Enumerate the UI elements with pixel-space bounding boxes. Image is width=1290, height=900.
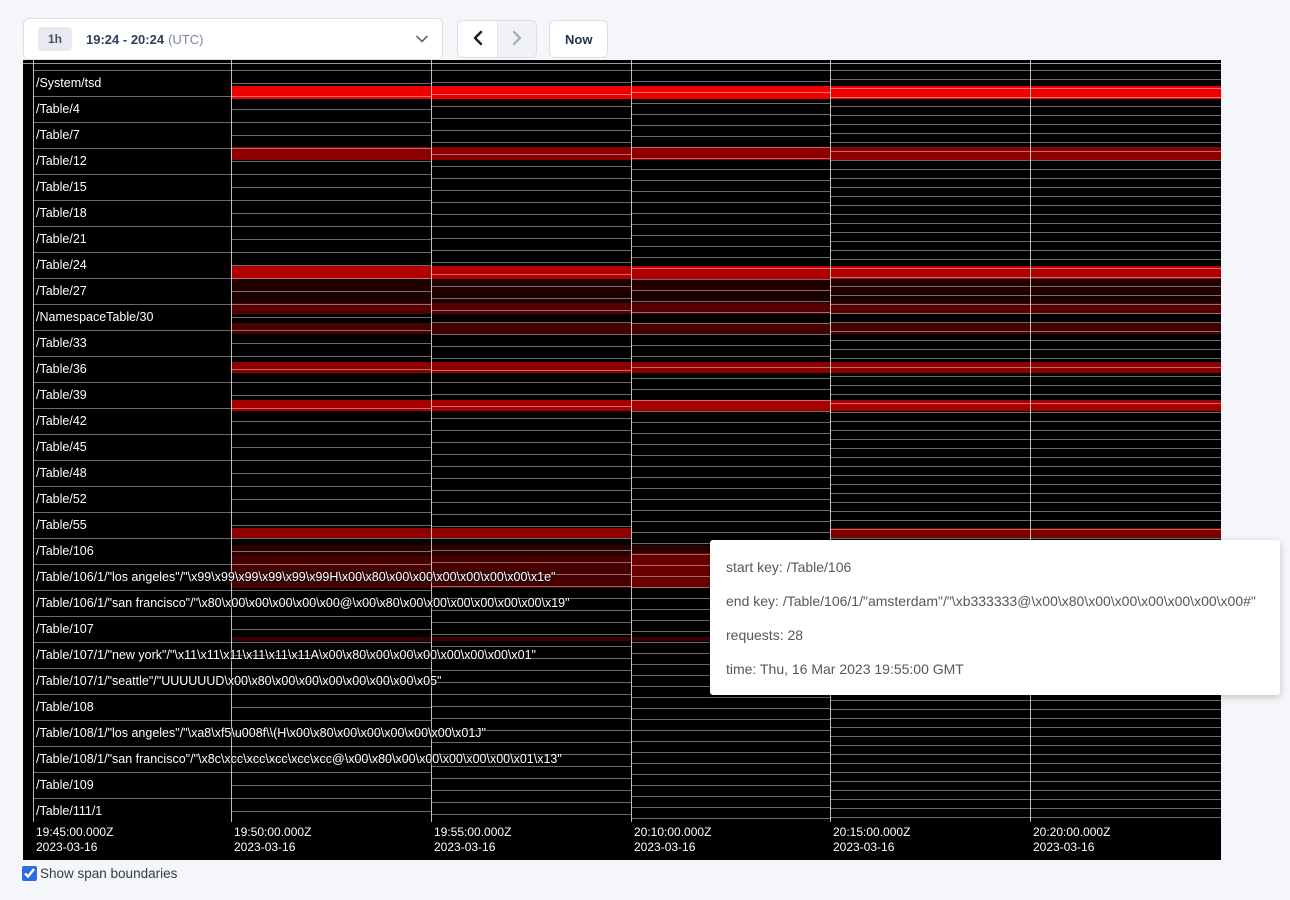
row-label: /Table/24 (36, 258, 87, 272)
row-label: /Table/33 (36, 336, 87, 350)
prev-range-button[interactable] (458, 21, 497, 57)
tick-date: 2023-03-16 (234, 840, 311, 855)
row-label: /Table/108/1/"san francisco"/"\x8c\xcc\x… (36, 752, 562, 766)
heat-band (231, 266, 1221, 279)
range-text: 19:24 - 20:24(UTC) (86, 32, 203, 47)
time-gridline (1030, 60, 1031, 822)
tooltip-start-key: start key: /Table/106 (726, 550, 1264, 584)
span-boundary-lines (830, 70, 1030, 824)
heat-band (231, 303, 1221, 314)
row-label: /Table/7 (36, 128, 80, 142)
x-axis-layer: 19:45:00.000Z2023-03-1619:50:00.000Z2023… (23, 60, 1221, 860)
tick-date: 2023-03-16 (634, 840, 711, 855)
heat-band (830, 528, 1221, 538)
span-boundary-lines (431, 70, 631, 824)
x-axis-tick-label: 20:15:00.000Z2023-03-16 (833, 825, 910, 855)
chevron-right-icon (510, 30, 524, 49)
heat-band (231, 323, 1221, 334)
row-label: /Table/15 (36, 180, 87, 194)
heat-band (231, 556, 631, 588)
tick-time: 20:20:00.000Z (1033, 825, 1110, 839)
x-axis-tick-label: 19:55:00.000Z2023-03-16 (434, 825, 511, 855)
time-gridline (33, 60, 34, 822)
row-label: /Table/36 (36, 362, 87, 376)
row-label: /Table/4 (36, 102, 80, 116)
row-label: /Table/45 (36, 440, 87, 454)
row-label: /Table/55 (36, 518, 87, 532)
row-label: /Table/106/1/"los angeles"/"\x99\x99\x99… (36, 570, 555, 584)
show-span-boundaries-checkbox[interactable] (22, 866, 37, 881)
time-gridlines-layer (23, 60, 1221, 860)
time-gridline (631, 60, 632, 822)
canvas-footer: Show span boundaries (22, 866, 177, 881)
heat-bands-layer (23, 60, 1221, 860)
time-gridline (830, 60, 831, 822)
hover-tooltip: start key: /Table/106 end key: /Table/10… (710, 540, 1280, 695)
top-span-boundary-line (23, 63, 1221, 64)
key-visualizer-page: 1h 19:24 - 20:24(UTC) Now (0, 0, 1290, 900)
row-label: /Table/12 (36, 154, 87, 168)
span-boundary-lines (631, 70, 830, 824)
next-range-button[interactable] (497, 21, 536, 57)
row-label: /Table/27 (36, 284, 87, 298)
heat-band (231, 528, 631, 538)
row-label: /Table/21 (36, 232, 87, 246)
tick-time: 19:45:00.000Z (36, 825, 113, 839)
row-label: /NamespaceTable/30 (36, 310, 153, 324)
now-button[interactable]: Now (549, 20, 608, 58)
row-label: /Table/52 (36, 492, 87, 506)
heat-band (231, 292, 1221, 303)
heat-band (231, 147, 1221, 160)
row-label: /Table/108 (36, 700, 94, 714)
x-axis-tick-label: 20:20:00.000Z2023-03-16 (1033, 825, 1110, 855)
row-label: /Table/106 (36, 544, 94, 558)
range-nav-group (457, 20, 537, 58)
x-axis-tick-label: 20:10:00.000Z2023-03-16 (634, 825, 711, 855)
range-duration-badge: 1h (38, 27, 72, 51)
tick-time: 20:10:00.000Z (634, 825, 711, 839)
tick-date: 2023-03-16 (833, 840, 910, 855)
row-label: /Table/111/1 (36, 804, 102, 818)
tick-date: 2023-03-16 (434, 840, 511, 855)
tooltip-requests: requests: 28 (726, 618, 1264, 652)
range-timezone: (UTC) (168, 32, 203, 47)
tooltip-end-key: end key: /Table/106/1/"amsterdam"/"\xb33… (726, 584, 1264, 618)
row-label: /System/tsd (36, 76, 101, 90)
chevron-left-icon (471, 30, 485, 49)
tick-date: 2023-03-16 (1033, 840, 1110, 855)
tick-time: 19:50:00.000Z (234, 825, 311, 839)
row-label: /Table/107 (36, 622, 94, 636)
x-axis-tick-label: 19:45:00.000Z2023-03-16 (36, 825, 113, 855)
chevron-down-icon (416, 35, 428, 43)
row-label: /Table/18 (36, 206, 87, 220)
time-range-select[interactable]: 1h 19:24 - 20:24(UTC) (23, 18, 443, 60)
tick-time: 20:15:00.000Z (833, 825, 910, 839)
show-span-boundaries-label[interactable]: Show span boundaries (40, 866, 177, 881)
heat-band (231, 400, 1221, 411)
tooltip-time: time: Thu, 16 Mar 2023 19:55:00 GMT (726, 652, 1264, 686)
row-label: /Table/42 (36, 414, 87, 428)
span-boundary-lines (33, 70, 231, 824)
span-boundaries-layer (23, 60, 1221, 860)
key-visualizer-canvas[interactable]: /System/tsd/Table/4/Table/7/Table/12/Tab… (23, 60, 1221, 860)
row-label: /Table/109 (36, 778, 94, 792)
heat-band (231, 280, 1221, 292)
row-label: /Table/108/1/"los angeles"/"\xa8\xf5\u00… (36, 726, 486, 740)
tick-time: 19:55:00.000Z (434, 825, 511, 839)
tick-date: 2023-03-16 (36, 840, 113, 855)
row-label: /Table/39 (36, 388, 87, 402)
row-label: /Table/107/1/"seattle"/"UUUUUUD\x00\x80\… (36, 674, 441, 688)
row-label: /Table/48 (36, 466, 87, 480)
row-label: /Table/106/1/"san francisco"/"\x80\x00\x… (36, 596, 570, 610)
time-gridline (431, 60, 432, 822)
heat-band (231, 86, 1221, 99)
x-axis-tick-label: 19:50:00.000Z2023-03-16 (234, 825, 311, 855)
span-boundary-lines (231, 70, 431, 824)
time-toolbar: 1h 19:24 - 20:24(UTC) Now (23, 18, 608, 60)
row-label: /Table/107/1/"new york"/"\x11\x11\x11\x1… (36, 648, 536, 662)
row-labels-layer: /System/tsd/Table/4/Table/7/Table/12/Tab… (23, 60, 1221, 860)
span-boundary-lines (1030, 70, 1221, 824)
time-gridline (231, 60, 232, 822)
heat-band (231, 362, 1221, 373)
